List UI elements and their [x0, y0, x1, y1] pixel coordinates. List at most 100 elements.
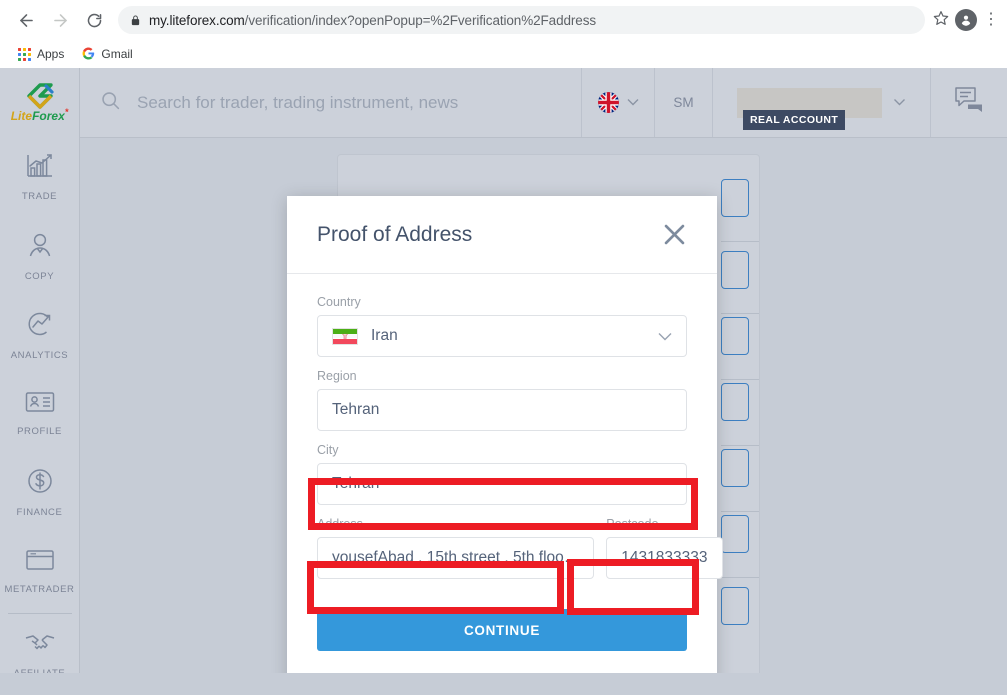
- field-postcode: Postcode 1431833333: [606, 517, 723, 579]
- region-input[interactable]: Tehran: [317, 389, 687, 431]
- iran-flag-icon: ۩: [332, 327, 358, 345]
- google-g-icon: [82, 47, 95, 62]
- region-value: Tehran: [332, 401, 380, 418]
- field-city: City Tehran: [317, 443, 687, 505]
- sidebar-item-metatrader[interactable]: METATRADER: [0, 532, 80, 611]
- country-value: Iran: [371, 327, 398, 344]
- address-label: Address: [317, 517, 363, 531]
- sidebar-item-copy[interactable]: COPY: [0, 217, 80, 296]
- sidebar-item-label: COPY: [24, 270, 55, 282]
- search-input-placeholder: Search for trader, trading instrument, n…: [137, 92, 459, 112]
- lock-icon: [130, 14, 141, 27]
- back-arrow-icon[interactable]: [10, 4, 42, 36]
- background-item-box: [721, 317, 749, 355]
- country-select[interactable]: ۩ Iran: [317, 315, 687, 357]
- bookmark-gmail[interactable]: Gmail: [76, 45, 138, 64]
- postcode-input[interactable]: 1431833333: [606, 537, 723, 579]
- omnibox-actions: ⋮: [933, 9, 999, 31]
- search-bar[interactable]: Search for trader, trading instrument, n…: [80, 68, 582, 137]
- background-item-box: [721, 515, 749, 553]
- address-input[interactable]: yousefAbad , 15th street , 5th floo…: [317, 537, 595, 579]
- id-card-icon: [25, 390, 55, 419]
- bookmark-gmail-label: Gmail: [101, 47, 133, 61]
- status-badge: REAL ACCOUNT: [743, 109, 846, 130]
- background-divider: [721, 511, 759, 512]
- sidebar-item-label: PROFILE: [17, 426, 62, 438]
- postcode-label: Postcode: [606, 517, 659, 531]
- postcode-value: 1431833333: [621, 549, 708, 566]
- continue-button[interactable]: CONTINUE: [317, 609, 687, 651]
- logo-star: *: [64, 107, 69, 118]
- url-text: my.liteforex.com/verification/index?open…: [149, 13, 596, 28]
- url-path: /verification/index?openPopup=%2Fverific…: [244, 12, 597, 28]
- background-item-box: [721, 587, 749, 625]
- liteforex-logo[interactable]: LiteForex*: [0, 68, 80, 138]
- address-bar[interactable]: my.liteforex.com/verification/index?open…: [118, 6, 925, 34]
- background-divider: [721, 379, 759, 380]
- bookmark-apps-label: Apps: [37, 47, 65, 61]
- background-item-box: [721, 179, 749, 217]
- trend-circle-icon: [26, 310, 54, 343]
- bookmark-star-icon[interactable]: [933, 10, 949, 30]
- sidebar-item-finance[interactable]: FINANCE: [0, 453, 80, 532]
- chevron-down-icon: [627, 97, 639, 109]
- background-divider: [721, 241, 759, 242]
- browser-chrome: my.liteforex.com/verification/index?open…: [0, 0, 1007, 68]
- country-label: Country: [317, 295, 361, 309]
- bottom-strip: [0, 673, 1007, 695]
- sidebar-item-trade[interactable]: TRADE: [0, 138, 80, 217]
- uk-flag-icon: [597, 92, 619, 113]
- bar-chart-icon: [26, 153, 54, 184]
- handshake-icon: [24, 632, 56, 661]
- sidebar-item-label: FINANCE: [16, 507, 63, 519]
- address-postcode-row: Address yousefAbad , 15th street , 5th f…: [317, 517, 723, 591]
- background-item-box: [721, 383, 749, 421]
- chat-bubbles-icon: [953, 85, 985, 120]
- background-divider: [721, 313, 759, 314]
- sidebar-item-label: ANALYTICS: [10, 349, 69, 361]
- forward-arrow-icon[interactable]: [44, 4, 76, 36]
- liteforex-logo-text: LiteForex*: [10, 107, 69, 124]
- field-country: Country ۩ Iran: [317, 295, 687, 357]
- apps-grid-icon: [18, 47, 31, 61]
- browser-toolbar: my.liteforex.com/verification/index?open…: [0, 0, 1007, 40]
- proof-of-address-modal: Proof of Address Country ۩ Iran Region T…: [287, 196, 723, 695]
- profile-avatar-icon[interactable]: [955, 9, 977, 31]
- sidebar-item-label: METATRADER: [4, 584, 75, 596]
- background-divider: [721, 577, 759, 578]
- chat-button[interactable]: [931, 68, 1007, 137]
- search-icon: [100, 90, 121, 116]
- sidebar: LiteForex* TRADE COPY ANALYTICS PROFILE: [0, 68, 80, 695]
- logo-lite: Lite: [10, 109, 33, 124]
- field-region: Region Tehran: [317, 369, 687, 431]
- user-initials[interactable]: SM: [655, 68, 713, 137]
- dollar-circle-icon: [26, 467, 54, 500]
- modal-header: Proof of Address: [287, 196, 717, 274]
- background-divider: [721, 445, 759, 446]
- account-selector[interactable]: REAL ACCOUNT: [713, 68, 931, 137]
- chevron-down-icon: [658, 329, 672, 344]
- bookmark-apps[interactable]: Apps: [12, 45, 70, 63]
- sidebar-item-label: TRADE: [21, 190, 58, 202]
- sidebar-item-analytics[interactable]: ANALYTICS: [0, 296, 80, 375]
- sidebar-item-profile[interactable]: PROFILE: [0, 375, 80, 454]
- person-icon: [26, 231, 54, 264]
- chevron-down-icon: [893, 97, 906, 109]
- modal-body: Country ۩ Iran Region Tehran City Tehran…: [287, 274, 723, 651]
- city-input[interactable]: Tehran: [317, 463, 687, 505]
- background-item-box: [721, 449, 749, 487]
- reload-icon[interactable]: [78, 4, 110, 36]
- address-value: yousefAbad , 15th street , 5th floo…: [332, 549, 580, 566]
- close-x-icon[interactable]: [661, 221, 688, 248]
- top-bar: Search for trader, trading instrument, n…: [80, 68, 1007, 138]
- region-label: Region: [317, 369, 357, 383]
- app-viewport: LiteForex* TRADE COPY ANALYTICS PROFILE: [0, 68, 1007, 695]
- account-name-redacted: REAL ACCOUNT: [737, 87, 882, 130]
- page-title: Proof of Address: [317, 222, 473, 246]
- field-address: Address yousefAbad , 15th street , 5th f…: [317, 517, 595, 579]
- kebab-menu-icon[interactable]: ⋮: [983, 12, 999, 28]
- city-value: Tehran: [332, 475, 380, 492]
- language-selector[interactable]: [582, 68, 655, 137]
- sidebar-divider: [7, 613, 72, 615]
- city-label: City: [317, 443, 339, 457]
